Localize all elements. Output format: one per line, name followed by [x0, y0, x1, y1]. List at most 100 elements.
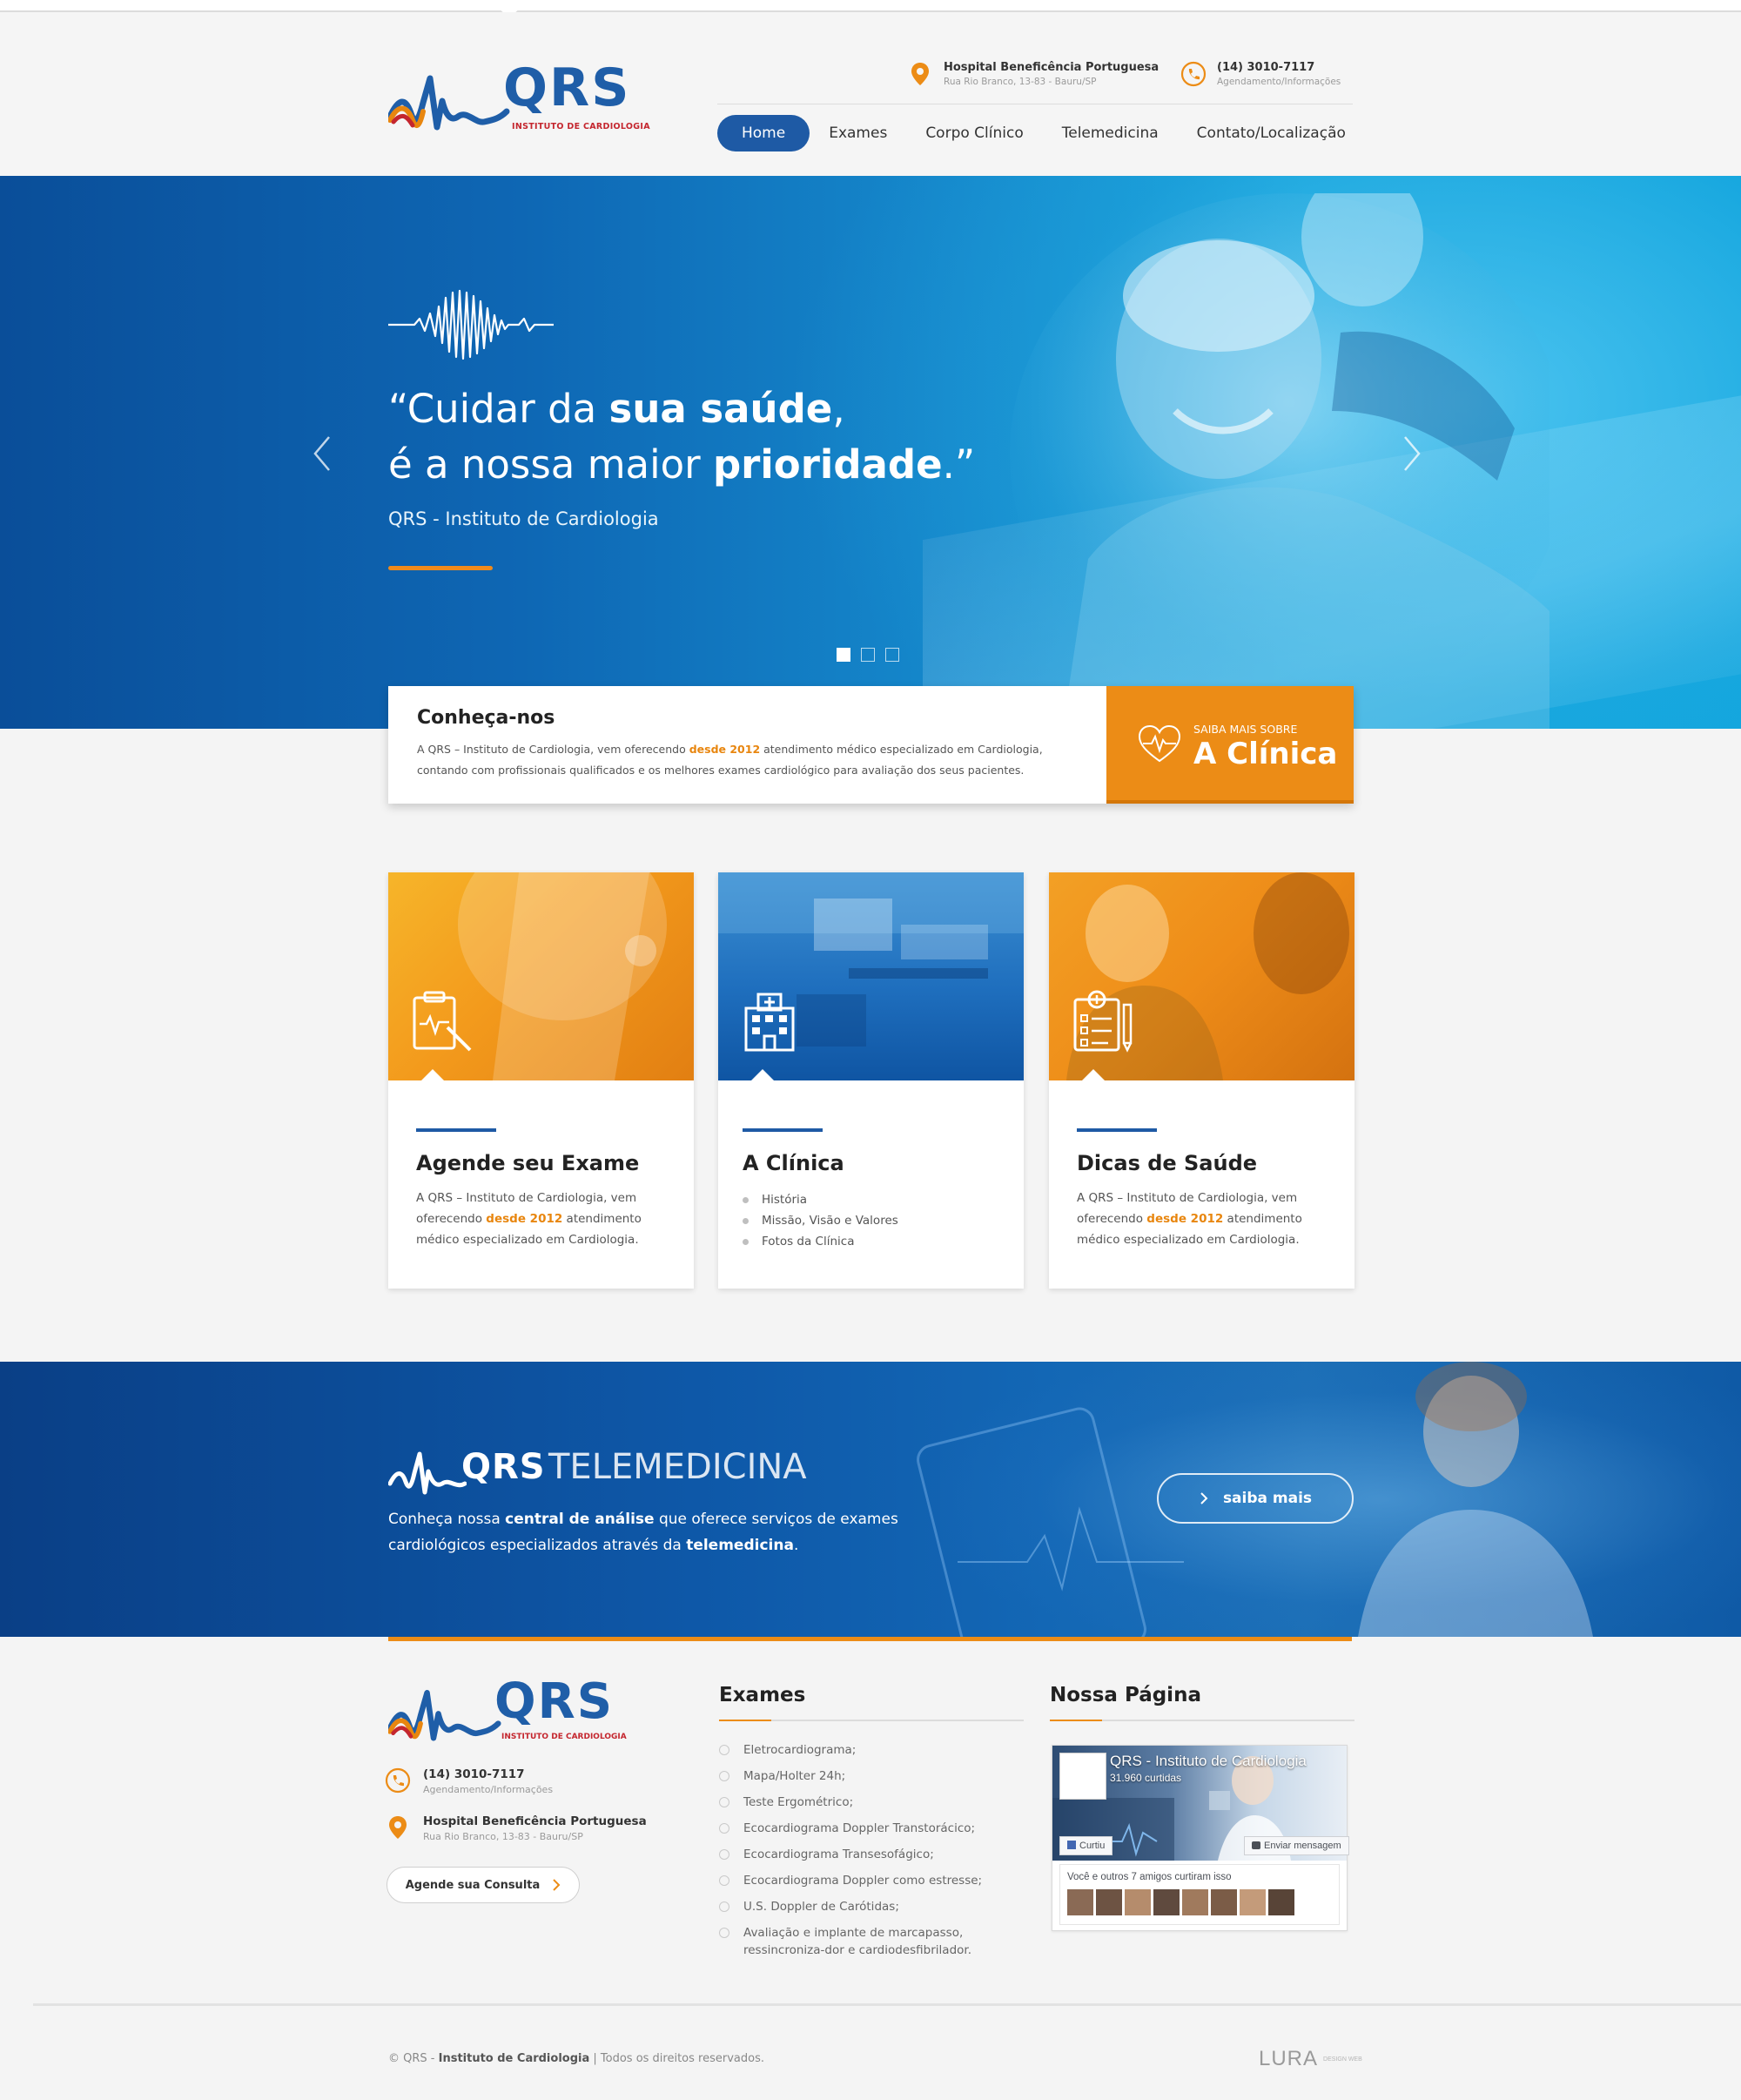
card-agende-exame[interactable]: Agende seu Exame A QRS – Instituto de Ca…	[388, 872, 694, 1289]
card-a-clinica[interactable]: A Clínica História Missão, Visão e Valor…	[718, 872, 1024, 1289]
slider-dot-2[interactable]	[861, 648, 875, 662]
logo-heartbeat-icon	[388, 1451, 467, 1495]
nav-item-corpo-clinico[interactable]: Corpo Clínico	[906, 115, 1042, 151]
card-title: A Clínica	[743, 1151, 844, 1175]
avatar[interactable]	[1153, 1889, 1180, 1915]
card-dicas-saude[interactable]: Dicas de Saúde A QRS – Instituto de Card…	[1049, 872, 1354, 1289]
avatar[interactable]	[1182, 1889, 1208, 1915]
site-header: QRS INSTITUTO DE CARDIOLOGIA Hospital Be…	[0, 12, 1741, 176]
exames-rule	[719, 1720, 1024, 1721]
top-border	[0, 0, 1741, 21]
list-item[interactable]: Teste Ergométrico;	[719, 1794, 1032, 1811]
list-item-historia[interactable]: História	[743, 1189, 898, 1210]
telemedicina-text: Conheça nossa central de análise que ofe…	[388, 1506, 928, 1558]
tele-bold-2: telemedicina	[686, 1537, 794, 1554]
about-cta-button[interactable]: SAIBA MAIS SOBRE A Clínica	[1106, 686, 1354, 804]
facebook-icon	[1067, 1841, 1076, 1849]
slider-dot-3[interactable]	[885, 648, 899, 662]
telemedicina-logo-word: TELEMEDICINA	[548, 1447, 807, 1487]
location-pin-icon	[911, 63, 929, 85]
list-item-fotos[interactable]: Fotos da Clínica	[743, 1231, 898, 1252]
list-item[interactable]: Avaliação e implante de marcapasso, ress…	[719, 1924, 1032, 1959]
card-pointer	[751, 1069, 774, 1080]
facebook-page-avatar[interactable]	[1059, 1753, 1106, 1800]
list-item[interactable]: Mapa/Holter 24h;	[719, 1767, 1032, 1785]
about-title: Conheça-nos	[417, 707, 555, 729]
list-item[interactable]: Eletrocardiograma;	[719, 1741, 1032, 1759]
card-title: Agende seu Exame	[416, 1151, 640, 1175]
agency-logo[interactable]: LURA DESIGN WEB	[1259, 2047, 1362, 2071]
cta-big-text: A Clínica	[1193, 737, 1338, 771]
agende-consulta-button[interactable]: Agende sua Consulta	[387, 1867, 580, 1903]
quote-text-4: .”	[942, 441, 976, 488]
card-pointer	[421, 1069, 444, 1080]
agency-note: DESIGN WEB	[1323, 2056, 1362, 2063]
card-image-agende	[388, 872, 694, 1080]
nav-item-home[interactable]: Home	[717, 115, 810, 151]
slider-prev-arrow-icon[interactable]	[310, 434, 336, 474]
header-address: Hospital Beneficência Portuguesa Rua Rio…	[907, 61, 1159, 87]
exames-title: Exames	[719, 1684, 806, 1706]
about-highlight: desde 2012	[689, 743, 761, 756]
copyright-text: © QRS - Instituto de Cardiologia | Todos…	[388, 2052, 764, 2065]
avatar[interactable]	[1211, 1889, 1237, 1915]
about-text-part: A QRS – Instituto de Cardiologia, vem of…	[417, 743, 689, 756]
list-item[interactable]: Ecocardiograma Doppler como estresse;	[719, 1872, 1032, 1889]
card-text: A QRS – Instituto de Cardiologia, vem of…	[416, 1188, 677, 1250]
slider-dot-1[interactable]	[837, 648, 850, 662]
nav-item-telemedicina[interactable]: Telemedicina	[1043, 115, 1178, 151]
nossa-pagina-rule-accent	[1050, 1720, 1102, 1721]
avatar[interactable]	[1067, 1889, 1093, 1915]
list-item-missao[interactable]: Missão, Visão e Valores	[743, 1210, 898, 1231]
saiba-mais-button[interactable]: saiba mais	[1157, 1473, 1354, 1524]
about-text: A QRS – Instituto de Cardiologia, vem of…	[417, 739, 1096, 781]
avatar[interactable]	[1125, 1889, 1151, 1915]
card-highlight: desde 2012	[486, 1212, 563, 1226]
footer-phone[interactable]: (14) 3010-7117 Agendamento/Informações	[385, 1767, 553, 1795]
logo-heartbeat-icon	[388, 75, 510, 131]
heartbeat-wave-icon	[388, 289, 554, 360]
footer-bottom-bar: © QRS - Instituto de Cardiologia | Todos…	[0, 2003, 1741, 2100]
list-item[interactable]: Ecocardiograma Doppler Transtorácico;	[719, 1820, 1032, 1837]
address-line: Rua Rio Branco, 13-83 - Bauru/SP	[944, 77, 1097, 87]
quote-bold-1: sua saúde	[608, 386, 833, 432]
about-text-block: Conheça-nos A QRS – Instituto de Cardiol…	[417, 707, 1096, 781]
nav-item-contato[interactable]: Contato/Localização	[1178, 115, 1365, 151]
card-image-clinica	[718, 872, 1024, 1080]
hero-author: QRS - Instituto de Cardiologia	[388, 508, 659, 529]
list-item[interactable]: Ecocardiograma Transesofágico;	[719, 1846, 1032, 1863]
copyright-part: | Todos os direitos reservados.	[589, 2052, 764, 2065]
facebook-message-button[interactable]: Enviar mensagem	[1244, 1836, 1349, 1855]
facebook-liked-label: Curtiu	[1079, 1841, 1106, 1851]
card-title: Dicas de Saúde	[1077, 1151, 1258, 1175]
card-rule	[416, 1128, 496, 1132]
copyright-part: © QRS -	[388, 2052, 439, 2065]
card-rule	[1077, 1128, 1157, 1132]
avatar[interactable]	[1096, 1889, 1122, 1915]
footer-logo[interactable]: QRS INSTITUTO DE CARDIOLOGIA	[388, 1673, 627, 1748]
facebook-page-name[interactable]: QRS - Instituto de Cardiologia	[1110, 1753, 1307, 1770]
slider-dots	[837, 648, 899, 662]
chevron-right-icon	[553, 1879, 561, 1891]
phone-number: (14) 3010-7117	[1217, 61, 1315, 74]
location-pin-icon	[389, 1816, 407, 1839]
tele-bold-1: central de análise	[505, 1511, 655, 1528]
list-item[interactable]: U.S. Doppler de Carótidas;	[719, 1898, 1032, 1915]
hospital-building-icon	[744, 993, 795, 1052]
footer-divider	[33, 2003, 1741, 2006]
footer-accent-bar	[388, 1637, 1352, 1641]
header-phone[interactable]: (14) 3010-7117 Agendamento/Informações	[1180, 61, 1341, 87]
site-logo[interactable]: QRS INSTITUTO DE CARDIOLOGIA	[388, 57, 650, 150]
nav-item-exames[interactable]: Exames	[810, 115, 906, 151]
clipboard-ecg-icon	[413, 991, 472, 1052]
facebook-liked-button[interactable]: Curtiu	[1059, 1836, 1113, 1855]
footer-phone-number: (14) 3010-7117	[423, 1767, 525, 1781]
chevron-right-icon	[1200, 1492, 1208, 1504]
avatar[interactable]	[1240, 1889, 1266, 1915]
avatar[interactable]	[1268, 1889, 1294, 1915]
slider-next-arrow-icon[interactable]	[1398, 434, 1424, 474]
facebook-friends-text: Você e outros 7 amigos curtiram isso	[1067, 1872, 1232, 1882]
logo-subtitle: INSTITUTO DE CARDIOLOGIA	[512, 122, 650, 131]
facebook-widget: QRS - Instituto de Cardiologia 31.960 cu…	[1052, 1745, 1349, 1931]
hero-couple-image	[1010, 193, 1549, 729]
